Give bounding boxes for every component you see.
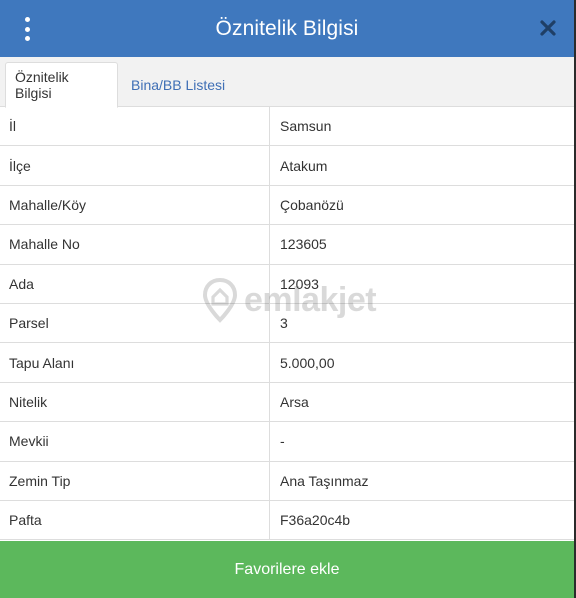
row-label: Ada (0, 264, 270, 303)
close-icon[interactable] (536, 14, 560, 42)
row-value: Samsun (280, 118, 332, 135)
table-row: İl Samsun (0, 107, 574, 147)
table-row: Mahalle No 123605 (0, 225, 574, 265)
row-label: Zemin Tip (0, 461, 270, 500)
row-value: Arsa (280, 393, 309, 410)
table-row: Mahalle/Köy Çobanözü (0, 185, 574, 226)
row-value: Ana Taşınmaz (280, 472, 369, 489)
row-value: Atakum (280, 157, 328, 174)
row-value: 123605 (280, 236, 327, 253)
row-label: İl (0, 107, 270, 146)
modal-header: Öznitelik Bilgisi (0, 0, 574, 57)
row-label: Parsel (0, 303, 270, 343)
row-value: 12093 (280, 275, 319, 292)
table-row: İlçe Atakum (0, 146, 574, 186)
table-row: Pafta F36a20c4b (0, 500, 574, 541)
row-label: Pafta (0, 500, 270, 540)
row-label: Mevkii (0, 422, 270, 461)
table-row: Ada 12093 (0, 264, 574, 304)
table-row: Zemin Tip Ana Taşınmaz (0, 461, 574, 501)
table-row: Nitelik Arsa (0, 382, 574, 423)
vertical-dots-icon[interactable] (18, 16, 36, 42)
row-label: İlçe (0, 146, 270, 185)
row-value: 5.000,00 (280, 354, 335, 371)
tab-attribute-info[interactable]: Öznitelik Bilgisi (5, 62, 118, 108)
tab-bar: Öznitelik Bilgisi Bina/BB Listesi (0, 57, 574, 108)
table-row: Parsel 3 (0, 303, 574, 344)
add-to-favorites-button[interactable]: Favorilere ekle (0, 541, 574, 598)
tab-building-list[interactable]: Bina/BB Listesi (122, 62, 234, 108)
row-value: 3 (280, 315, 288, 332)
row-label: Mahalle No (0, 225, 270, 264)
table-row: Mevkii - (0, 422, 574, 462)
modal-title: Öznitelik Bilgisi (215, 16, 359, 40)
row-value: Çobanözü (280, 196, 344, 213)
attribute-table: İl Samsun İlçe Atakum Mahalle/Köy Çobanö… (0, 107, 574, 541)
row-value: F36a20c4b (280, 512, 351, 529)
row-label: Mahalle/Köy (0, 185, 270, 225)
row-label: Nitelik (0, 382, 270, 422)
row-label: Tapu Alanı (0, 343, 270, 382)
table-row: Tapu Alanı 5.000,00 (0, 343, 574, 383)
row-value: - (280, 433, 285, 450)
